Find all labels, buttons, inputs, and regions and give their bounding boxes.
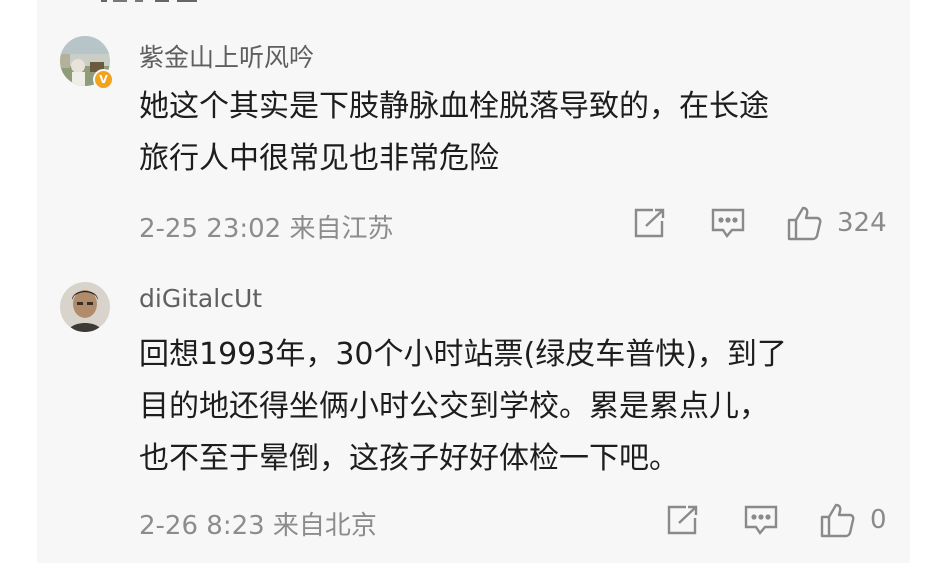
avatar[interactable]: [60, 282, 110, 332]
comment-icon[interactable]: [710, 207, 746, 245]
like-count: 0: [870, 505, 887, 535]
share-icon[interactable]: [666, 504, 700, 540]
avatar-image: [60, 282, 110, 332]
like-count: 324: [837, 208, 887, 238]
username[interactable]: diGitalcUt: [139, 284, 262, 313]
share-icon[interactable]: [633, 207, 667, 243]
comment-list: V 紫金山上听风吟 她这个其实是下肢静脉血栓脱落导致的，在长途 旅行人中很常见也…: [37, 0, 910, 563]
verified-badge: V: [93, 69, 114, 90]
cut-off-text: [101, 0, 197, 2]
comment-timestamp: 2-26 8:23 来自北京: [139, 511, 377, 541]
comment-text: 回想1993年，30个小时站票(绿皮车普快)，到了 目的地还得坐俩小时公交到学校…: [139, 337, 787, 476]
previous-comment-fragment: [101, 0, 221, 14]
comment-text: 她这个其实是下肢静脉血栓脱落导致的，在长途 旅行人中很常见也非常危险: [139, 89, 769, 176]
comment-timestamp: 2-25 23:02 来自江苏: [139, 214, 394, 244]
username[interactable]: 紫金山上听风吟: [139, 38, 314, 74]
thumbs-up-icon[interactable]: [819, 502, 855, 542]
comment-icon[interactable]: [743, 504, 779, 542]
thumbs-up-icon[interactable]: [786, 205, 822, 245]
